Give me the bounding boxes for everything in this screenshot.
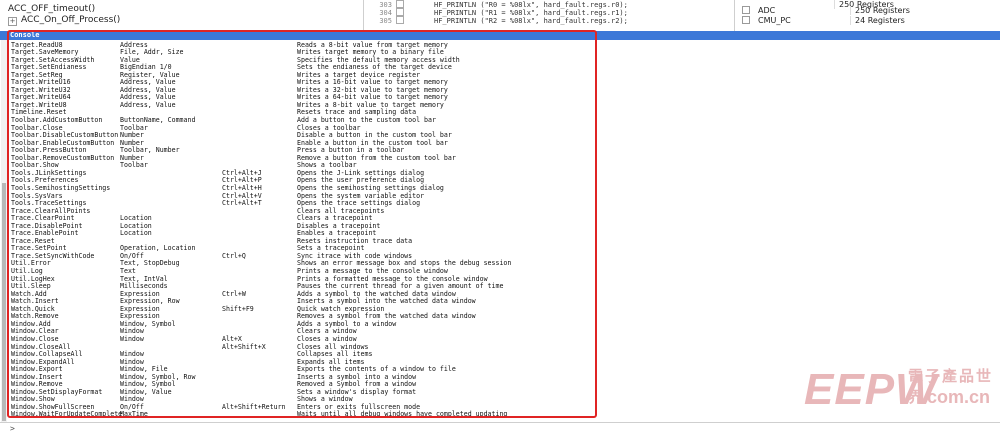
register-count: 24 Registers [850, 16, 905, 25]
command-args: MaxTime [120, 410, 148, 419]
console-title-bar[interactable]: Console [0, 31, 1000, 40]
watermark-domain: .com.cn [922, 387, 991, 407]
register-name: CMU_PC [758, 16, 791, 25]
symbol-tree-pane[interactable]: ACC_OFF_timeout() + ACC_On_Off_Process() [0, 0, 364, 31]
scrollbar-thumb[interactable] [2, 183, 6, 421]
top-panes: ACC_OFF_timeout() + ACC_On_Off_Process() … [0, 0, 1000, 31]
expand-icon[interactable] [742, 16, 750, 24]
register-name: ADC [758, 6, 776, 15]
register-row[interactable]: CMU_PC 24 Registers [742, 16, 1000, 26]
tree-item[interactable]: + ACC_On_Off_Process() [8, 15, 120, 26]
fold-icon [396, 8, 404, 16]
expand-icon[interactable]: + [8, 17, 17, 26]
register-count: 250 Registers [850, 6, 910, 15]
command-name: Window.WaitForUpdateComplete [11, 410, 123, 419]
code-line: 305 HF_PRINTLN ("R2 = %08lx", hard_fault.… [364, 16, 628, 25]
tree-item-label: ACC_On_Off_Process() [21, 15, 121, 25]
register-row[interactable]: ADC 250 Registers [742, 6, 1000, 16]
code-text: HF_PRINTLN ("R2 = %08lx", hard_fault.reg… [434, 17, 628, 25]
console-title: Console [10, 31, 40, 39]
command-description: Waits until all debug windows have compl… [297, 410, 508, 419]
fold-icon [396, 16, 404, 24]
tree-item[interactable]: ACC_OFF_timeout() [8, 4, 95, 15]
watermark-logo: EEPW 電子產品世界 .com.cn [804, 363, 994, 425]
fold-icon [396, 0, 404, 8]
command-prompt: > [10, 424, 15, 433]
console-row: Window.WaitForUpdateComplete MaxTime Waits… [11, 410, 601, 418]
console-scrollbar[interactable] [1, 40, 7, 422]
line-number: 305 [379, 17, 392, 25]
expand-icon[interactable] [742, 6, 750, 14]
tree-item-label: ACC_OFF_timeout() [8, 4, 96, 14]
source-code-pane[interactable]: 303 HF_PRINTLN ("R0 = %08lx", hard_fault.… [364, 0, 735, 31]
registers-pane[interactable]: 250 Registers ADC 250 Registers CMU_PC 24 … [736, 0, 1000, 31]
